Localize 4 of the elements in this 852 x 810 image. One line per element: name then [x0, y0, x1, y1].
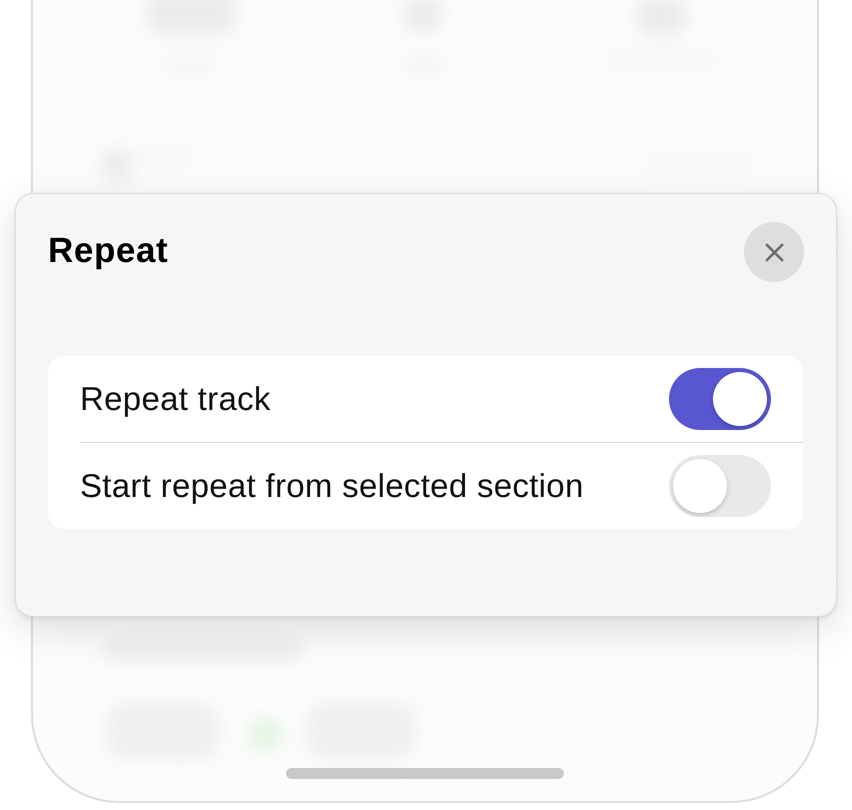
sheet-title: Repeat — [48, 230, 168, 272]
close-icon — [764, 242, 784, 262]
setting-label: Start repeat from selected section — [80, 467, 584, 505]
setting-label: Repeat track — [80, 380, 271, 418]
